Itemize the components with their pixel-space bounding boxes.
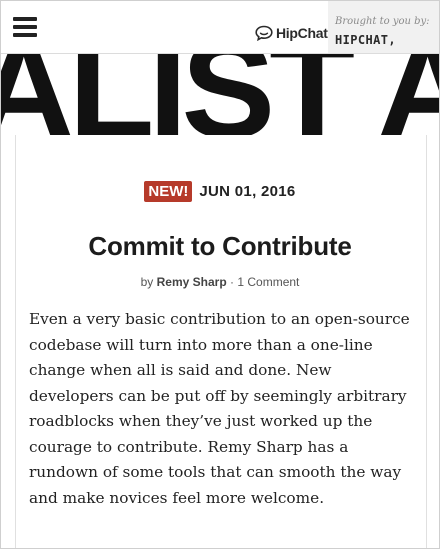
top-bar: HipChat Brought to you by: HIPCHAT, <box>1 1 439 54</box>
byline-separator: · <box>230 275 235 289</box>
masthead-logo[interactable]: ALIST A <box>0 43 439 135</box>
new-badge: NEW! <box>144 181 193 202</box>
post-title[interactable]: Commit to Contribute <box>1 231 439 262</box>
sponsor-name: HIPCHAT, <box>335 33 396 47</box>
brought-by-label: Brought to you by: <box>335 16 430 27</box>
sponsor-logo-text: HipChat <box>276 25 328 41</box>
byline-prefix: by <box>140 275 154 289</box>
post-date: JUN 01, 2016 <box>199 183 296 200</box>
page-frame: HipChat Brought to you by: HIPCHAT, ALIS… <box>0 0 440 549</box>
post-meta: NEW! JUN 01, 2016 <box>1 181 439 202</box>
sponsor-logo[interactable]: HipChat <box>255 25 328 41</box>
comments-link[interactable]: 1 Comment <box>237 275 299 289</box>
hipchat-logo-icon <box>255 25 273 41</box>
post-excerpt: Even a very basic contribution to an ope… <box>29 310 410 507</box>
author-link[interactable]: Remy Sharp <box>157 275 227 289</box>
hamburger-menu-icon[interactable] <box>13 17 37 37</box>
byline: by Remy Sharp · 1 Comment <box>1 275 439 289</box>
masthead-text: ALIST A <box>0 43 439 135</box>
sponsor-panel[interactable]: Brought to you by: HIPCHAT, <box>328 1 439 53</box>
